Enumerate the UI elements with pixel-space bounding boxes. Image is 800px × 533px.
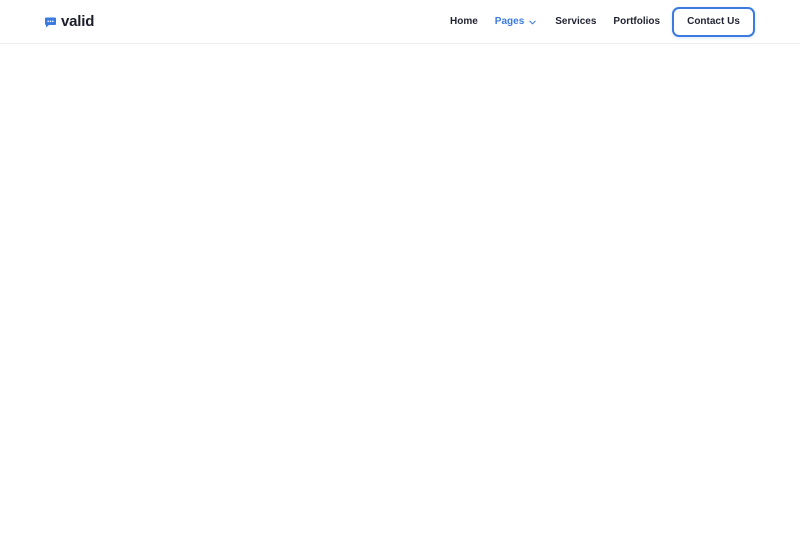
contact-us-button[interactable]: Contact Us — [672, 7, 755, 37]
nav-item-services[interactable]: Services — [555, 14, 596, 30]
nav-item-pages-label: Pages — [494, 16, 525, 27]
brand-name: valid — [61, 13, 95, 30]
brand-logo[interactable]: valid — [44, 12, 94, 32]
main-nav: Home Pages Services Portfolios — [450, 14, 660, 30]
site-header: valid Home Pages Services Portfolios Con… — [0, 0, 800, 44]
nav-item-portfolios[interactable]: Portfolios — [613, 14, 660, 30]
chat-bubble-icon — [45, 17, 56, 27]
chevron-down-icon — [529, 20, 536, 24]
nav-item-home[interactable]: Home — [450, 14, 478, 30]
main-content — [0, 44, 800, 533]
nav-item-pages[interactable]: Pages — [495, 14, 537, 30]
